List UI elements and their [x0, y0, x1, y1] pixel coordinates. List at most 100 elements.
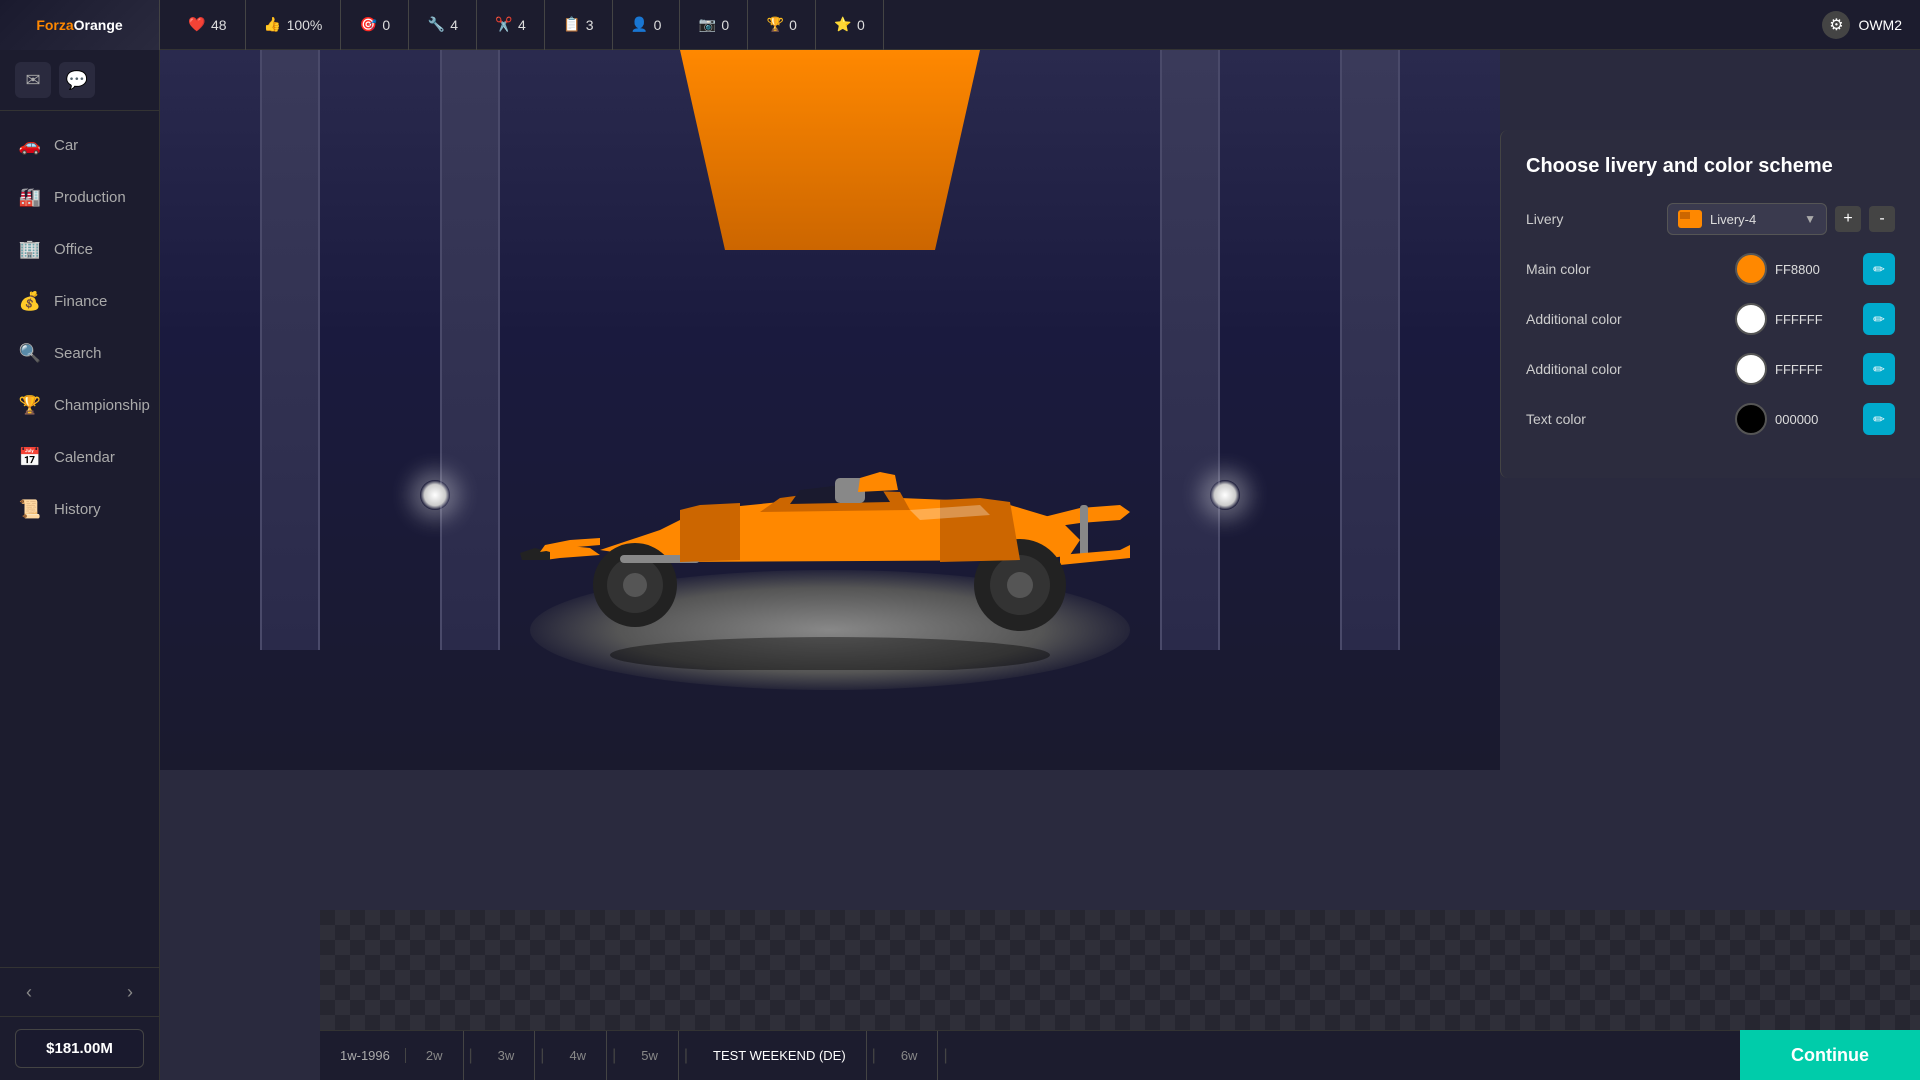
color-swatch-3[interactable]: [1735, 403, 1767, 435]
color-hex-2: FFFFFF: [1775, 362, 1855, 377]
color-edit-button-2[interactable]: ✏: [1863, 353, 1895, 385]
stat-value-trophy: 0: [789, 17, 797, 33]
livery-add-button[interactable]: +: [1835, 206, 1861, 232]
stat-approval: 👍100%: [246, 0, 342, 50]
color-rows-container: Main color FF8800 ✏ Additional color FFF…: [1526, 253, 1895, 435]
color-row-3: Text color 000000 ✏: [1526, 403, 1895, 435]
stat-icon-tasks: 📋: [563, 16, 581, 34]
stat-mechanics: 🔧4: [409, 0, 477, 50]
pillar-left-1: [260, 50, 320, 650]
sidebar: ✉ 💬 🚗Car🏭Production🏢Office💰Finance 🔍 Searc…: [0, 50, 160, 1080]
sidebar-next-arrow[interactable]: ›: [116, 978, 144, 1006]
stat-media: 📷0: [680, 0, 748, 50]
color-row-0: Main color FF8800 ✏: [1526, 253, 1895, 285]
week-separator: |: [938, 1047, 952, 1065]
stat-icon-media: 📷: [698, 16, 716, 34]
stat-staff: 👤0: [613, 0, 681, 50]
main-content: Choose livery and color scheme Livery Li…: [160, 50, 1920, 1080]
color-swatch-1[interactable]: [1735, 303, 1767, 335]
stat-stars: ⭐0: [816, 0, 884, 50]
pillar-right-2: [1340, 50, 1400, 650]
stat-value-sponsors: 0: [382, 17, 390, 33]
color-label-1: Additional color: [1526, 311, 1735, 327]
nav-icon-search: 🔍: [18, 341, 42, 365]
checkered-area: [320, 910, 1920, 1030]
sidebar-item-car[interactable]: 🚗Car: [0, 119, 159, 171]
logo-part1: Forza: [36, 17, 73, 33]
time-label: 1w-1996: [340, 1048, 406, 1063]
color-control-0: FF8800 ✏: [1735, 253, 1895, 285]
color-edit-button-0[interactable]: ✏: [1863, 253, 1895, 285]
money-button[interactable]: $181.00M: [15, 1029, 144, 1068]
stat-icon-tools: ✂️: [495, 16, 513, 34]
week-separator: |: [867, 1047, 881, 1065]
week-item-w5: 5w: [621, 1031, 679, 1080]
nav-label-history: History: [54, 501, 101, 518]
logo-part2: Orange: [74, 17, 123, 33]
stat-icon-health: ❤️: [188, 16, 206, 34]
stat-health: ❤️48: [170, 0, 246, 50]
color-label-3: Text color: [1526, 411, 1735, 427]
nav-label-championship: Championship: [54, 397, 150, 414]
settings-icon[interactable]: ⚙: [1822, 11, 1850, 39]
sidebar-notifications: ✉ 💬: [0, 50, 159, 111]
stat-value-stars: 0: [857, 17, 865, 33]
livery-remove-button[interactable]: -: [1869, 206, 1895, 232]
garage-light-left: [420, 480, 450, 510]
stat-value-staff: 0: [654, 17, 662, 33]
nav-label-search: Search: [54, 345, 102, 362]
color-edit-button-3[interactable]: ✏: [1863, 403, 1895, 435]
livery-panel: Choose livery and color scheme Livery Li…: [1500, 130, 1920, 478]
livery-chevron-icon: ▼: [1804, 212, 1816, 226]
continue-button[interactable]: Continue: [1740, 1030, 1920, 1080]
f1-car-svg: [480, 390, 1180, 670]
nav-label-calendar: Calendar: [54, 449, 115, 466]
week-separator: |: [464, 1047, 478, 1065]
week-separator: |: [607, 1047, 621, 1065]
color-swatch-2[interactable]: [1735, 353, 1767, 385]
sidebar-item-finance[interactable]: 💰Finance: [0, 275, 159, 327]
livery-row: Livery Livery-4 ▼ + -: [1526, 203, 1895, 235]
logo-text: ForzaOrange: [36, 17, 122, 33]
nav-icon-championship: 🏆: [18, 393, 42, 417]
nav-icon-production: 🏭: [18, 185, 42, 209]
nav-label-office: Office: [54, 241, 93, 258]
sidebar-item-production[interactable]: 🏭Production: [0, 171, 159, 223]
stat-value-tools: 4: [518, 17, 526, 33]
color-control-3: 000000 ✏: [1735, 403, 1895, 435]
livery-label: Livery: [1526, 211, 1667, 227]
color-swatch-0[interactable]: [1735, 253, 1767, 285]
sidebar-item-search[interactable]: 🔍 Search: [0, 327, 159, 379]
stat-icon-stars: ⭐: [834, 16, 852, 34]
color-hex-3: 000000: [1775, 412, 1855, 427]
f1-car-model: [480, 390, 1180, 670]
color-control-1: FFFFFF ✏: [1735, 303, 1895, 335]
sidebar-item-championship[interactable]: 🏆 Championship: [0, 379, 159, 431]
sidebar-item-history[interactable]: 📜History: [0, 483, 159, 535]
top-bar-user: ⚙ OWM2: [1804, 11, 1920, 39]
nav-icon-calendar: 📅: [18, 445, 42, 469]
week-item-w3: 3w: [478, 1031, 536, 1080]
panel-title: Choose livery and color scheme: [1526, 155, 1895, 178]
week-item-w4: 4w: [549, 1031, 607, 1080]
color-hex-0: FF8800: [1775, 262, 1855, 277]
sidebar-prev-arrow[interactable]: ‹: [15, 978, 43, 1006]
sidebar-item-calendar[interactable]: 📅 Calendar: [0, 431, 159, 483]
color-row-1: Additional color FFFFFF ✏: [1526, 303, 1895, 335]
nav-icon-car: 🚗: [18, 133, 42, 157]
livery-dropdown[interactable]: Livery-4 ▼: [1667, 203, 1827, 235]
top-bar: ForzaOrange ❤️48👍100%🎯0🔧4✂️4📋3👤0📷0🏆0⭐0 ⚙…: [0, 0, 1920, 50]
color-label-0: Main color: [1526, 261, 1735, 277]
livery-control: Livery-4 ▼ + -: [1667, 203, 1895, 235]
mail-button[interactable]: ✉: [15, 62, 51, 98]
color-edit-button-1[interactable]: ✏: [1863, 303, 1895, 335]
sidebar-item-office[interactable]: 🏢Office: [0, 223, 159, 275]
car-view: [160, 50, 1500, 770]
stat-value-mechanics: 4: [450, 17, 458, 33]
chat-button[interactable]: 💬: [59, 62, 95, 98]
sidebar-money: $181.00M: [0, 1016, 159, 1080]
logo: ForzaOrange: [0, 0, 160, 50]
stat-icon-trophy: 🏆: [766, 16, 784, 34]
stat-value-approval: 100%: [287, 17, 323, 33]
stat-icon-mechanics: 🔧: [427, 16, 445, 34]
